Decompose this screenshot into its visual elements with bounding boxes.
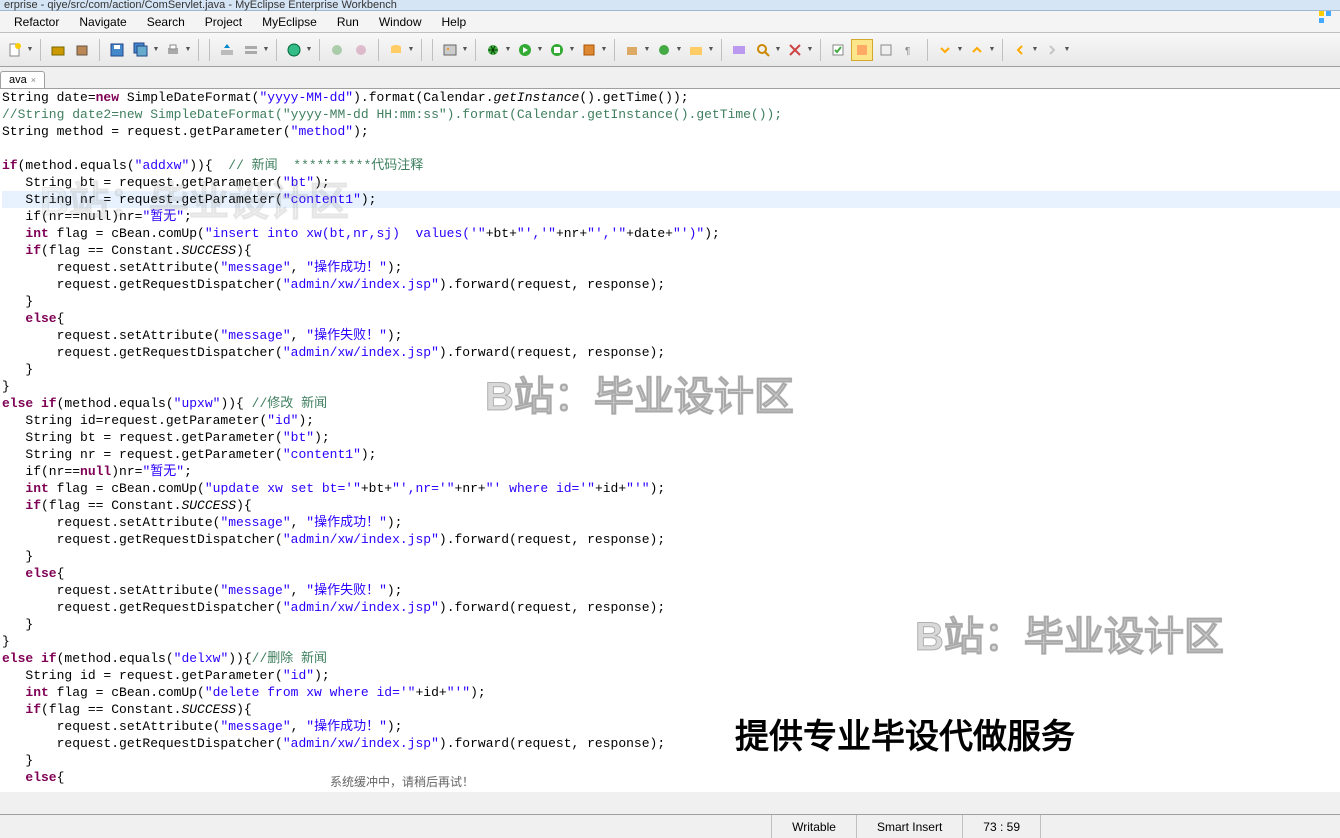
tab-label: ava (9, 74, 27, 86)
toggle-block-icon[interactable] (875, 39, 897, 61)
search-icon[interactable] (752, 39, 774, 61)
show-whitespace-icon[interactable]: ¶ (899, 39, 921, 61)
code-editor[interactable]: String date=new SimpleDateFormat("yyyy-M… (0, 89, 1340, 792)
debug-icon[interactable] (482, 39, 504, 61)
close-icon[interactable]: × (31, 75, 36, 85)
menu-navigate[interactable]: Navigate (69, 13, 136, 31)
package-icon[interactable] (71, 39, 93, 61)
chevron-down-icon[interactable]: ▼ (26, 39, 34, 61)
new-icon[interactable] (4, 39, 26, 61)
menu-myeclipse[interactable]: MyEclipse (252, 13, 327, 31)
chevron-down-icon[interactable]: ▼ (568, 39, 576, 61)
status-cursor-pos: 73 : 59 (962, 815, 1040, 838)
run-icon[interactable] (514, 39, 536, 61)
save-all-icon[interactable] (130, 39, 152, 61)
chevron-down-icon[interactable]: ▼ (152, 39, 160, 61)
class-icon[interactable] (326, 39, 348, 61)
perspective-icon[interactable] (1314, 6, 1336, 28)
image-icon[interactable] (439, 39, 461, 61)
chevron-down-icon[interactable]: ▼ (675, 39, 683, 61)
chevron-down-icon[interactable]: ▼ (262, 39, 270, 61)
chevron-down-icon[interactable]: ▼ (184, 39, 192, 61)
task-icon[interactable] (827, 39, 849, 61)
menu-bar: Refactor Navigate Search Project MyEclip… (0, 11, 1340, 33)
status-insert-mode: Smart Insert (856, 815, 962, 838)
deploy-icon[interactable] (216, 39, 238, 61)
db-icon[interactable] (385, 39, 407, 61)
browser-icon[interactable] (283, 39, 305, 61)
menu-project[interactable]: Project (195, 13, 252, 31)
annotation-icon[interactable] (784, 39, 806, 61)
editor-tab-bar: ava × (0, 67, 1340, 89)
title-bar: erprise - qiye/src/com/action/ComServlet… (0, 0, 1340, 11)
interface-icon[interactable] (350, 39, 372, 61)
run-last-icon[interactable] (546, 39, 568, 61)
nav-up-icon[interactable] (966, 39, 988, 61)
back-icon[interactable] (1009, 39, 1031, 61)
package-open-icon[interactable] (47, 39, 69, 61)
status-writable: Writable (771, 815, 856, 838)
tab-active[interactable]: ava × (0, 71, 45, 88)
print-icon[interactable] (162, 39, 184, 61)
scroll-message: 系统缓冲中，请稍后再试！ (330, 775, 474, 792)
new-folder-icon[interactable] (685, 39, 707, 61)
chevron-down-icon[interactable]: ▼ (407, 39, 415, 61)
window-title: erprise - qiye/src/com/action/ComServlet… (4, 0, 397, 11)
chevron-down-icon[interactable]: ▼ (504, 39, 512, 61)
menu-run[interactable]: Run (327, 13, 369, 31)
chevron-down-icon[interactable]: ▼ (643, 39, 651, 61)
toolbar: ▼ ▼ ▼ ▼ ▼ ▼ ▼ ▼ ▼ ▼ ▼ ▼ ▼ ▼ ▼ ▼ ¶ ▼ ▼ (0, 33, 1340, 67)
server-icon[interactable] (240, 39, 262, 61)
chevron-down-icon[interactable]: ▼ (461, 39, 469, 61)
toggle-mark-icon[interactable] (851, 39, 873, 61)
new-class-icon[interactable] (653, 39, 675, 61)
menu-refactor[interactable]: Refactor (4, 13, 69, 31)
chevron-down-icon[interactable]: ▼ (1031, 39, 1039, 61)
save-icon[interactable] (106, 39, 128, 61)
chevron-down-icon[interactable]: ▼ (600, 39, 608, 61)
chevron-down-icon[interactable]: ▼ (988, 39, 996, 61)
menu-search[interactable]: Search (137, 13, 195, 31)
chevron-down-icon[interactable]: ▼ (1063, 39, 1071, 61)
chevron-down-icon[interactable]: ▼ (536, 39, 544, 61)
external-tools-icon[interactable] (578, 39, 600, 61)
svg-text:¶: ¶ (905, 46, 910, 57)
open-type-icon[interactable] (728, 39, 750, 61)
menu-help[interactable]: Help (432, 13, 477, 31)
chevron-down-icon[interactable]: ▼ (707, 39, 715, 61)
chevron-down-icon[interactable]: ▼ (956, 39, 964, 61)
menu-window[interactable]: Window (369, 13, 432, 31)
chevron-down-icon[interactable]: ▼ (806, 39, 814, 61)
status-bar: Writable Smart Insert 73 : 59 (0, 814, 1340, 838)
forward-icon[interactable] (1041, 39, 1063, 61)
nav-down-icon[interactable] (934, 39, 956, 61)
chevron-down-icon[interactable]: ▼ (305, 39, 313, 61)
new-package-icon[interactable] (621, 39, 643, 61)
chevron-down-icon[interactable]: ▼ (774, 39, 782, 61)
code-content: String date=new SimpleDateFormat("yyyy-M… (2, 89, 1340, 786)
